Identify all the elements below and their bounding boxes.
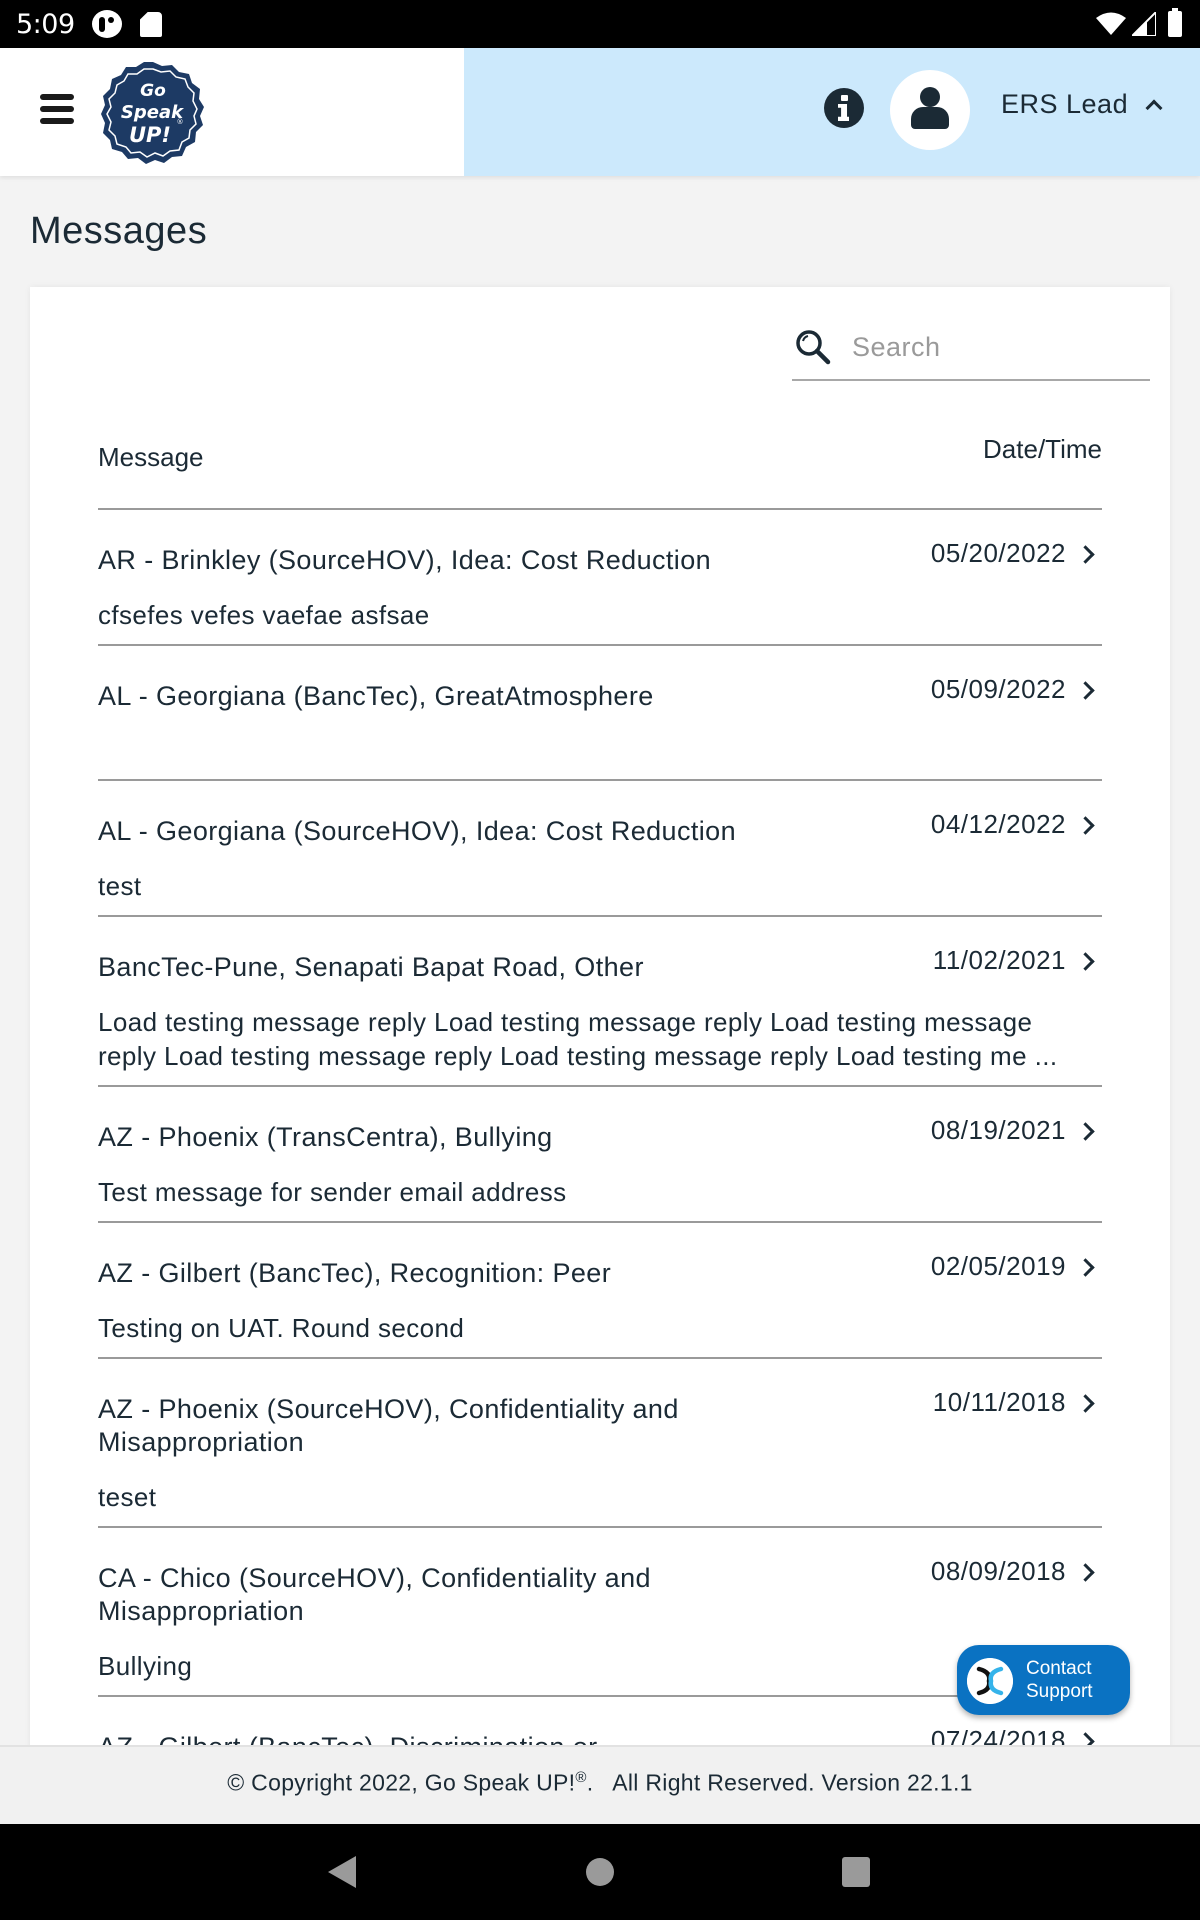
contact-support-line1: Contact	[1026, 1658, 1092, 1679]
support-logo-icon	[967, 1658, 1013, 1704]
message-title: AZ - Gilbert (BancTec), Recognition: Pee…	[98, 1258, 612, 1288]
column-header-date[interactable]: Date/Time	[983, 434, 1102, 465]
copyright-main: © Copyright 2022, Go Speak UP!	[227, 1769, 576, 1796]
message-date: 05/20/2022	[930, 538, 1066, 568]
chevron-right-icon[interactable]	[1076, 1394, 1095, 1413]
message-date: 10/11/2018	[932, 1387, 1066, 1417]
message-row[interactable]: AR - Brinkley (SourceHOV), Idea: Cost Re…	[98, 510, 1102, 646]
battery-icon	[1168, 8, 1182, 37]
contact-support-line2: Support	[1026, 1681, 1093, 1702]
chevron-right-icon[interactable]	[1076, 681, 1095, 700]
page-footer: © Copyright 2022, Go Speak UP!®. All Rig…	[0, 1745, 1200, 1824]
message-row[interactable]: AZ - Phoenix (SourceHOV), Confidentialit…	[98, 1359, 1102, 1528]
registered-mark: ®	[575, 1769, 587, 1786]
recents-icon[interactable]	[842, 1857, 870, 1887]
message-date: 04/12/2022	[930, 809, 1066, 839]
message-preview	[98, 734, 1088, 767]
go-speak-up-logo[interactable]: Go Speak UP! ®	[100, 60, 206, 166]
message-row[interactable]: AZ - Phoenix (TransCentra), Bullying 08/1…	[98, 1087, 1102, 1223]
contact-support-button[interactable]: Contact Support	[957, 1645, 1130, 1715]
logo-text-go: Go	[140, 81, 166, 101]
message-preview: cfsefes vefes vaefae asfsae	[98, 600, 430, 630]
status-time: 5:09	[16, 9, 75, 40]
app-header: Go Speak UP! ® ERS Lead	[0, 48, 1200, 176]
column-header-message[interactable]: Message	[98, 442, 204, 473]
chevron-right-icon[interactable]	[1076, 545, 1095, 564]
search-icon	[796, 330, 831, 365]
chevron-right-icon[interactable]	[1076, 1258, 1095, 1277]
logo-text-speak: Speak	[121, 102, 184, 123]
user-avatar-button[interactable]	[890, 70, 970, 150]
chevron-right-icon[interactable]	[1076, 952, 1095, 971]
copyright-text: © Copyright 2022, Go Speak UP!®. All Rig…	[0, 1769, 1200, 1797]
message-row[interactable]: CA - Chico (SourceHOV), Confidentiality …	[98, 1528, 1102, 1697]
page-title: Messages	[30, 210, 208, 252]
message-preview: Test message for sender email address	[98, 1177, 567, 1207]
message-date: 08/19/2021	[930, 1115, 1066, 1145]
copyright-rest: . All Right Reserved. Version 22.1.1	[586, 1769, 973, 1796]
messages-card: Message Date/Time AR - Brinkley (SourceH…	[30, 287, 1170, 1832]
hamburger-bar	[40, 118, 74, 124]
wifi-icon	[1096, 12, 1126, 35]
message-preview: test	[98, 871, 142, 901]
message-list: AR - Brinkley (SourceHOV), Idea: Cost Re…	[98, 510, 1102, 1832]
home-icon[interactable]	[586, 1858, 614, 1886]
message-title: AZ - Phoenix (SourceHOV), Confidentialit…	[98, 1394, 679, 1457]
message-title: AL - Georgiana (SourceHOV), Idea: Cost R…	[98, 816, 736, 846]
search-input[interactable]	[852, 329, 1142, 365]
chevron-right-icon[interactable]	[1076, 816, 1095, 835]
message-title: AL - Georgiana (BancTec), GreatAtmospher…	[98, 681, 654, 711]
logo-text-up: UP!	[129, 123, 171, 147]
hamburger-menu-button[interactable]	[38, 92, 76, 126]
chevron-right-icon[interactable]	[1076, 1563, 1095, 1582]
message-date: 05/09/2022	[930, 674, 1066, 704]
user-name-dropdown[interactable]: ERS Lead	[1001, 89, 1128, 120]
contact-support-label: Contact Support	[1026, 1657, 1126, 1703]
system-nav-bar	[0, 1824, 1200, 1920]
message-title: AZ - Phoenix (TransCentra), Bullying	[98, 1122, 553, 1152]
message-title: BancTec-Pune, Senapati Bapat Road, Other	[98, 952, 644, 982]
cell-signal-icon	[1132, 12, 1156, 36]
message-preview: teset	[98, 1482, 157, 1512]
message-date: 02/05/2019	[930, 1251, 1066, 1281]
sd-card-icon	[140, 12, 162, 37]
message-title: AR - Brinkley (SourceHOV), Idea: Cost Re…	[98, 545, 712, 575]
back-icon[interactable]	[328, 1856, 356, 1888]
logo-registered-mark: ®	[177, 118, 184, 126]
hamburger-bar	[40, 94, 74, 100]
data-saver-icon	[92, 10, 122, 38]
message-row[interactable]: AL - Georgiana (SourceHOV), Idea: Cost R…	[98, 781, 1102, 917]
message-row[interactable]: BancTec-Pune, Senapati Bapat Road, Other…	[98, 917, 1102, 1087]
message-preview: Load testing message reply Load testing …	[98, 1007, 1058, 1071]
search-field	[792, 323, 1150, 381]
message-date: 08/09/2018	[930, 1556, 1066, 1586]
user-icon-body	[911, 107, 949, 129]
message-preview: Bullying	[98, 1651, 193, 1681]
message-date: 11/02/2021	[932, 945, 1066, 975]
message-title: CA - Chico (SourceHOV), Confidentiality …	[98, 1563, 651, 1626]
info-icon[interactable]	[824, 88, 864, 128]
status-bar: 5:09	[0, 0, 1200, 48]
message-preview: Testing on UAT. Round second	[98, 1313, 465, 1343]
chevron-right-icon[interactable]	[1076, 1122, 1095, 1141]
message-row[interactable]: AZ - Gilbert (BancTec), Recognition: Pee…	[98, 1223, 1102, 1359]
user-icon-head	[920, 87, 940, 107]
message-row[interactable]: AL - Georgiana (BancTec), GreatAtmospher…	[98, 646, 1102, 781]
hamburger-bar	[40, 106, 74, 112]
